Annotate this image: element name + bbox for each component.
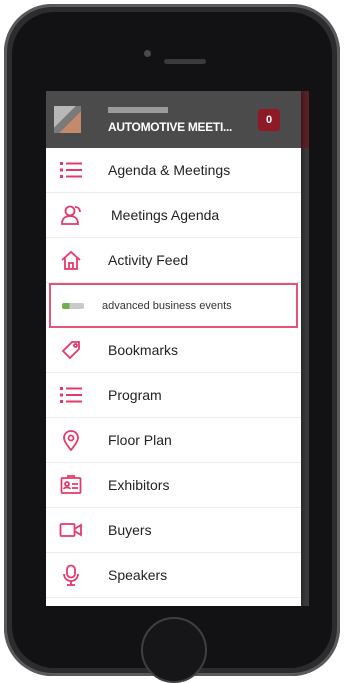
earpiece-speaker (164, 59, 206, 64)
drawer-menu: Agenda & Meetings Meetings Agenda Activi… (46, 148, 301, 598)
menu-item-label: Buyers (108, 522, 152, 538)
tag-icon (59, 338, 83, 362)
organizer-logo (62, 302, 84, 309)
notification-badge[interactable]: 0 (258, 109, 280, 131)
menu-item-bookmarks[interactable]: Bookmarks (46, 328, 301, 373)
navigation-drawer: AUTOMOTIVE MEETI... 0 Agenda & Meetings (46, 91, 301, 606)
menu-item-agenda-meetings[interactable]: Agenda & Meetings (46, 148, 301, 193)
front-camera (144, 50, 151, 57)
menu-item-exhibitors[interactable]: Exhibitors (46, 463, 301, 508)
home-button[interactable] (141, 617, 207, 683)
drawer-header: AUTOMOTIVE MEETI... 0 (46, 91, 301, 148)
menu-item-advanced-business-events[interactable]: advanced business events (49, 283, 298, 328)
list-icon (59, 158, 83, 182)
users-icon (59, 203, 83, 227)
menu-item-speakers[interactable]: Speakers (46, 553, 301, 598)
menu-item-label: Floor Plan (108, 432, 172, 448)
menu-item-label: Agenda & Meetings (108, 162, 231, 178)
menu-item-label: Activity Feed (108, 252, 189, 268)
location-pin-icon (59, 428, 83, 452)
phone-frame: AUTOMOTIVE MEETI... 0 Agenda & Meetings (4, 4, 340, 683)
app-screen: AUTOMOTIVE MEETI... 0 Agenda & Meetings (46, 91, 309, 606)
list-icon (59, 383, 83, 407)
menu-item-program[interactable]: Program (46, 373, 301, 418)
menu-item-label: advanced business events (102, 299, 232, 312)
background-header (301, 91, 309, 148)
menu-item-meetings-agenda[interactable]: Meetings Agenda (46, 193, 301, 238)
home-icon (59, 248, 83, 272)
event-title: AUTOMOTIVE MEETI... (108, 120, 233, 134)
background-content (301, 91, 309, 606)
video-camera-icon (59, 518, 83, 542)
microphone-icon (59, 563, 83, 587)
menu-item-floor-plan[interactable]: Floor Plan (46, 418, 301, 463)
menu-item-activity-feed[interactable]: Activity Feed (46, 238, 301, 283)
event-avatar[interactable] (54, 106, 81, 133)
menu-item-label: Speakers (108, 567, 168, 583)
menu-item-label: Meetings Agenda (111, 207, 220, 223)
menu-item-buyers[interactable]: Buyers (46, 508, 301, 553)
logo-icon (61, 294, 85, 318)
redacted-text (108, 107, 168, 113)
menu-item-label: Exhibitors (108, 477, 170, 493)
id-card-icon (59, 473, 83, 497)
menu-item-label: Program (108, 387, 162, 403)
menu-item-label: Bookmarks (108, 342, 179, 358)
